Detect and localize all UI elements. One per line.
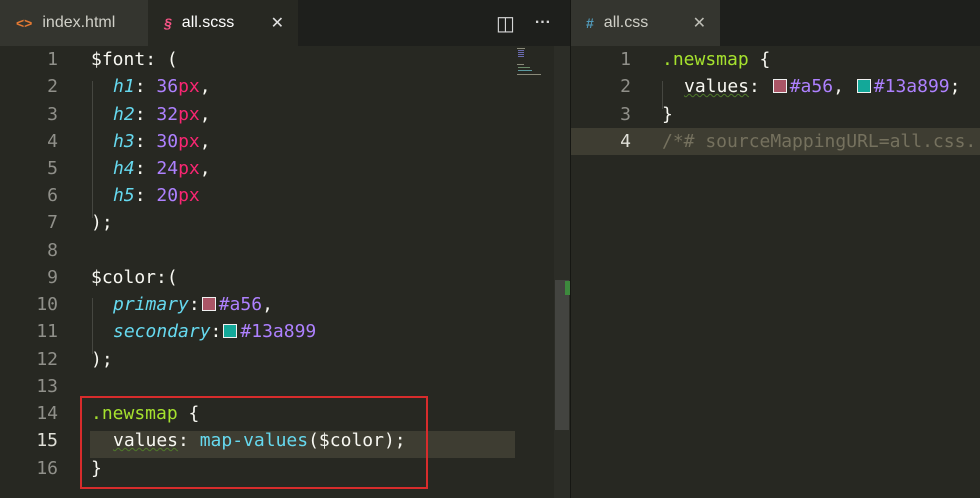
line-number: 13 [36, 376, 58, 397]
line-number: 16 [36, 457, 58, 479]
line-number: 1 [47, 49, 58, 70]
line-number-current: 15 [36, 430, 58, 451]
css-file-icon: # [586, 15, 594, 31]
line-number: 10 [36, 294, 58, 315]
color-swatch[interactable] [201, 296, 216, 311]
close-tab-icon[interactable]: ✕ [693, 13, 706, 33]
tab-label: all.css [603, 14, 649, 31]
css-editor[interactable]: 1 2 3 4 .newsmap { values: #a56, #13a899… [571, 46, 980, 498]
line-number: 12 [36, 348, 58, 370]
line-number: 3 [620, 103, 631, 125]
line-number: 8 [47, 239, 58, 261]
line-number: 11 [36, 321, 58, 342]
code-line-12[interactable]: ); [91, 346, 113, 373]
line-number-current: 4 [620, 130, 631, 152]
minimap[interactable] [515, 46, 549, 86]
line-number: 1 [620, 49, 631, 70]
right-tab-bar: # all.css ✕ [570, 0, 980, 46]
line-number: 6 [47, 185, 58, 206]
tab-label: index.html [42, 14, 116, 31]
code-line-6[interactable]: h5: 20px [113, 182, 200, 209]
left-tab-bar: <> index.html § all.scss ✕ ◫ ··· [0, 0, 570, 46]
close-tab-icon[interactable]: ✕ [271, 13, 284, 33]
color-swatch[interactable] [223, 323, 238, 338]
css-line-3[interactable]: } [662, 101, 673, 128]
more-actions-icon[interactable]: ··· [535, 14, 551, 32]
scrollbar-marker [565, 281, 570, 295]
line-number: 2 [620, 76, 631, 97]
color-swatch[interactable] [856, 78, 871, 93]
html-file-icon: <> [16, 15, 33, 31]
css-line-1[interactable]: .newsmap { [662, 46, 770, 73]
line-number: 2 [47, 76, 58, 97]
editor-actions: ◫ ··· [496, 0, 551, 46]
line-number: 14 [36, 403, 58, 424]
indent-guide [92, 81, 93, 218]
code-line-9[interactable]: $color:( [91, 264, 178, 291]
code-line-4[interactable]: h3: 30px, [113, 128, 211, 155]
scrollbar-thumb[interactable] [555, 280, 569, 430]
split-editor-icon[interactable]: ◫ [496, 11, 515, 36]
code-line-11[interactable]: secondary: #13a899 [113, 318, 316, 345]
color-swatch[interactable] [772, 78, 787, 93]
line-number: 9 [47, 267, 58, 288]
code-line-7[interactable]: ); [91, 209, 113, 236]
css-line-4[interactable]: /*# sourceMappingURL=all.css. [662, 128, 976, 155]
line-number: 7 [47, 212, 58, 233]
code-line-5[interactable]: h4: 24px, [113, 155, 211, 182]
code-line-2[interactable]: h1: 36px, [113, 73, 211, 100]
css-line-2[interactable]: values: #a56, #13a899; [684, 73, 960, 100]
highlight-annotation-box [80, 396, 428, 489]
tab-all-css[interactable]: # all.css ✕ [570, 0, 720, 46]
tab-all-scss[interactable]: § all.scss ✕ [148, 0, 298, 46]
code-line-1[interactable]: $font: ( [91, 46, 178, 73]
code-line-10[interactable]: primary: #a56, [113, 291, 273, 318]
code-line-3[interactable]: h2: 32px, [113, 101, 211, 128]
sass-file-icon: § [164, 15, 172, 31]
line-number: 5 [47, 158, 58, 179]
vertical-scrollbar[interactable] [554, 46, 570, 498]
line-number: 3 [47, 103, 58, 125]
tab-index-html[interactable]: <> index.html [0, 0, 148, 46]
line-number: 4 [47, 130, 58, 152]
tab-label: all.scss [181, 14, 235, 31]
